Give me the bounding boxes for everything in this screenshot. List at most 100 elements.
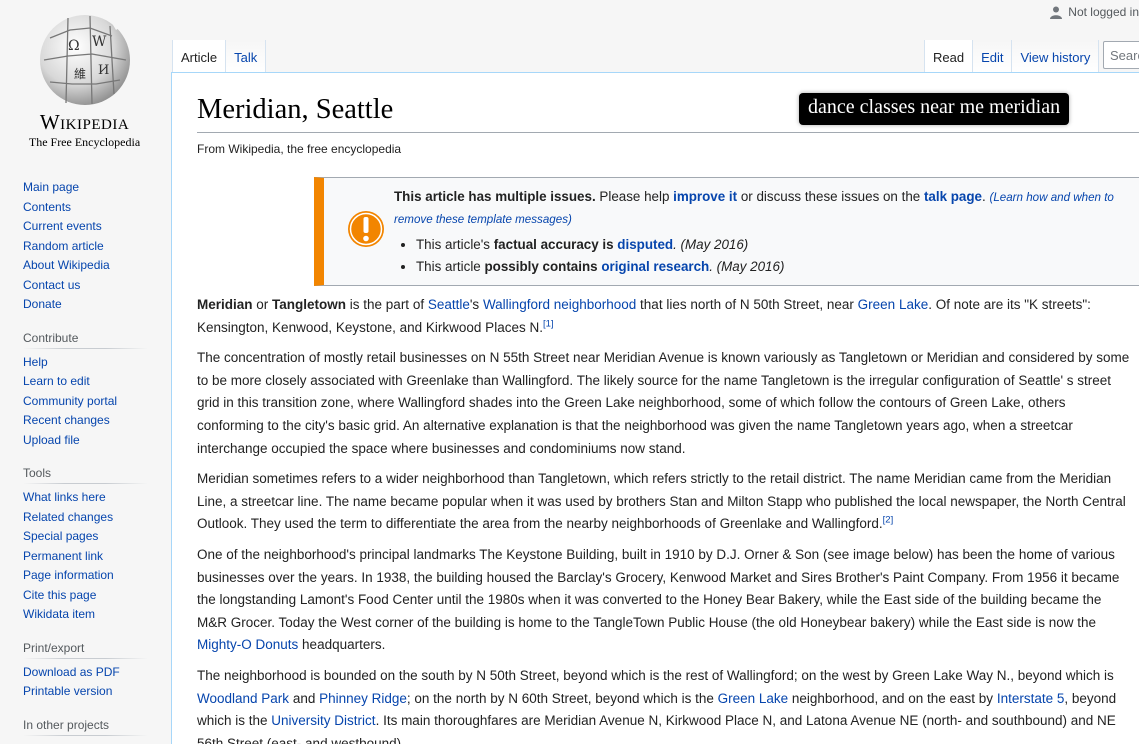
p1-text-1: or xyxy=(252,297,273,313)
remove-template-link[interactable]: remove these template messages) xyxy=(394,213,572,226)
sidebar-item-cite-this-page[interactable]: Cite this page xyxy=(23,588,96,602)
paragraph-2: The concentration of mostly retail busin… xyxy=(197,350,1130,456)
issue1-pre: This article's xyxy=(416,237,494,253)
logo-glyph-omega: Ω xyxy=(68,38,80,54)
sidebar-item-recent-changes[interactable]: Recent changes xyxy=(23,413,110,427)
tab-talk[interactable]: Talk xyxy=(226,40,267,72)
p4-text: One of the neighborhood's principal land… xyxy=(197,546,1120,630)
green-lake-link-2[interactable]: Green Lake xyxy=(718,691,789,706)
wallingford-link[interactable]: Wallingford neighborhood xyxy=(483,297,636,312)
sidebar-item-help[interactable]: Help xyxy=(23,355,48,369)
multiple-issues-box: This article has multiple issues. Please… xyxy=(314,177,1139,287)
sidebar-item-page-information[interactable]: Page information xyxy=(23,568,114,582)
wikipedia-logo[interactable]: Ω W 維 И Wikipedia The Free Encyclopedia xyxy=(12,8,157,158)
original-research-link[interactable]: original research xyxy=(601,259,709,274)
sidebar-item-main-page[interactable]: Main page xyxy=(23,180,79,194)
interstate-5-link[interactable]: Interstate 5 xyxy=(997,691,1065,706)
sidebar-item-upload-file[interactable]: Upload file xyxy=(23,433,80,447)
sidebar-item-about-wikipedia[interactable]: About Wikipedia xyxy=(23,258,110,272)
personal-tools: Not logged in xyxy=(1050,4,1139,20)
sidebar-other-projects: In other projects xyxy=(0,713,170,736)
disputed-link[interactable]: disputed xyxy=(617,237,673,252)
issue2-bold: possibly contains xyxy=(484,259,598,275)
ambox-period: . xyxy=(982,189,986,205)
tab-view-history[interactable]: View history xyxy=(1012,40,1100,72)
paragraph-1: Meridian or Tangletown is the part of Se… xyxy=(197,294,1132,339)
sidebar-item-download-pdf[interactable]: Download as PDF xyxy=(23,665,120,679)
p4-tail: headquarters. xyxy=(298,637,386,653)
ref-1-link[interactable]: [1] xyxy=(543,318,554,329)
woodland-park-link[interactable]: Woodland Park xyxy=(197,691,289,706)
sidebar: Main page Contents Current events Random… xyxy=(0,176,170,744)
p5-text-2: and xyxy=(289,690,320,706)
sidebar-navigation: Main page Contents Current events Random… xyxy=(0,178,170,315)
issue2-pre: This article xyxy=(416,259,485,275)
green-lake-link[interactable]: Green Lake xyxy=(858,297,929,312)
issue-item-original-research: This article possibly contains original … xyxy=(416,256,1139,278)
not-logged-in-text: Not logged in xyxy=(1068,5,1139,19)
p1-bold-meridian: Meridian xyxy=(197,297,253,313)
sidebar-item-donate[interactable]: Donate xyxy=(23,297,62,311)
sidebar-item-related-changes[interactable]: Related changes xyxy=(23,510,113,524)
logo-glyph-w: W xyxy=(92,34,107,50)
search-query-label: dance classes near me meridian xyxy=(799,93,1070,125)
issue2-date: . (May 2016) xyxy=(709,259,785,275)
sidebar-item-current-events[interactable]: Current events xyxy=(23,219,102,233)
sidebar-item-contents[interactable]: Contents xyxy=(23,200,71,214)
learn-how-link[interactable]: (Learn how and when to xyxy=(989,191,1113,204)
sidebar-item-printable-version[interactable]: Printable version xyxy=(23,684,112,698)
p1-text-3: 's xyxy=(469,297,483,313)
talk-page-link[interactable]: talk page xyxy=(924,189,982,204)
p5-text-4: neighborhood, and on the east by xyxy=(788,690,997,706)
wikipedia-globe-icon: Ω W 維 И xyxy=(39,15,130,105)
issue1-bold: factual accuracy xyxy=(493,237,599,253)
sidebar-heading-other-projects: In other projects xyxy=(23,713,148,736)
logo-glyph-wei: 維 xyxy=(74,67,86,81)
paragraph-3: Meridian sometimes refers to a wider nei… xyxy=(197,468,1132,536)
ambox-help-text: Please help xyxy=(595,189,674,205)
ambox-bold-intro: This article has multiple issues. xyxy=(394,189,596,205)
sidebar-tools: Tools What links here Related changes Sp… xyxy=(0,462,170,625)
paragraph-5: The neighborhood is bounded on the south… xyxy=(197,665,1132,744)
improve-it-link[interactable]: improve it xyxy=(673,189,737,204)
p3-text: Meridian sometimes refers to a wider nei… xyxy=(197,471,1126,532)
p5-text-3: ; on the north by N 60th Street, beyond … xyxy=(406,690,718,706)
ambox-intro: This article has multiple issues. Please… xyxy=(394,186,1139,208)
tab-article[interactable]: Article xyxy=(172,40,227,72)
sidebar-heading-contribute: Contribute xyxy=(23,326,148,349)
sidebar-item-what-links-here[interactable]: What links here xyxy=(23,490,106,504)
sidebar-contribute: Contribute Help Learn to edit Community … xyxy=(0,326,170,451)
search-input[interactable]: Search xyxy=(1103,41,1139,69)
issue-item-accuracy: This article's factual accuracy is dispu… xyxy=(416,234,1139,256)
sidebar-item-wikidata-item[interactable]: Wikidata item xyxy=(23,607,95,621)
sidebar-item-permanent-link[interactable]: Permanent link xyxy=(23,549,103,563)
issue1-is: is xyxy=(598,237,618,253)
ref-2-link[interactable]: [2] xyxy=(883,515,894,526)
ambox-discuss-text: or discuss these issues on the xyxy=(737,189,924,205)
sidebar-print-export: Print/export Download as PDF Printable v… xyxy=(0,636,170,702)
phinney-ridge-link[interactable]: Phinney Ridge xyxy=(319,691,407,706)
sidebar-item-special-pages[interactable]: Special pages xyxy=(23,529,98,543)
sidebar-heading-print-export: Print/export xyxy=(23,636,148,659)
seattle-link[interactable]: Seattle xyxy=(428,297,470,312)
p1-bold-tangletown: Tangletown xyxy=(272,297,347,313)
sidebar-item-community-portal[interactable]: Community portal xyxy=(23,394,117,408)
user-icon xyxy=(1050,6,1063,19)
issue-list: This article's factual accuracy is dispu… xyxy=(416,234,1139,278)
p1-text-2: is the part of xyxy=(346,297,428,313)
university-district-link[interactable]: University District xyxy=(271,713,375,728)
site-sub: From Wikipedia, the free encyclopedia xyxy=(197,142,402,157)
tab-edit[interactable]: Edit xyxy=(973,40,1013,72)
sidebar-item-random-article[interactable]: Random article xyxy=(23,239,104,253)
warning-icon xyxy=(348,211,384,248)
p1-text-4: that lies north of N 50th Street, near xyxy=(636,297,858,313)
p5-text-1: The neighborhood is bounded on the south… xyxy=(197,667,1114,683)
logo-wordmark: Wikipedia xyxy=(39,110,130,134)
article-content: Meridian, Seattle From Wikipedia, the fr… xyxy=(171,72,1139,744)
logo-tagline: The Free Encyclopedia xyxy=(28,135,141,149)
sidebar-item-learn-to-edit[interactable]: Learn to edit xyxy=(23,374,90,388)
namespace-tabs: Article Talk xyxy=(172,40,267,72)
mighty-o-donuts-link[interactable]: Mighty-O Donuts xyxy=(197,637,298,652)
tab-read[interactable]: Read xyxy=(924,40,974,72)
sidebar-item-contact-us[interactable]: Contact us xyxy=(23,278,80,292)
